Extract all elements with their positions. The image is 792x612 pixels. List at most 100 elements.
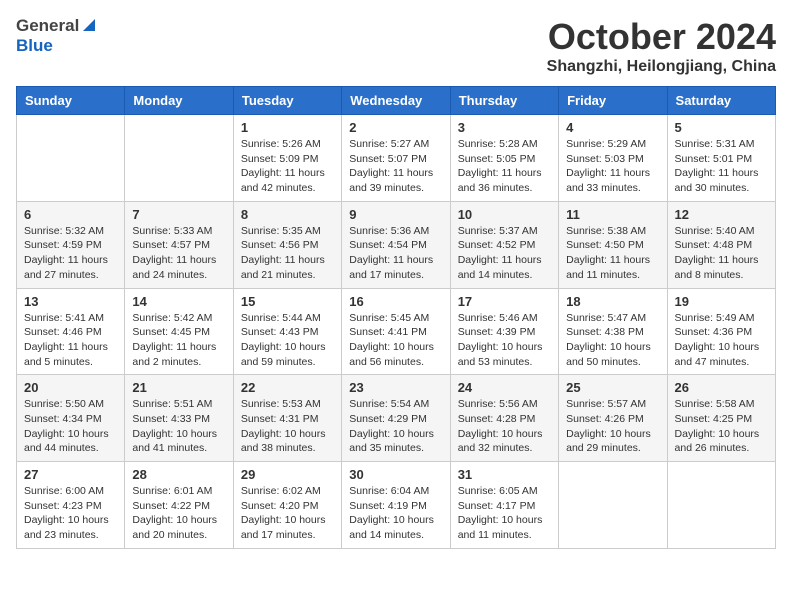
col-saturday: Saturday [667, 87, 775, 115]
day-number: 22 [241, 380, 334, 395]
day-number: 31 [458, 467, 551, 482]
day-cell-1-5: 11 Sunrise: 5:38 AM Sunset: 4:50 PM Dayli… [559, 201, 667, 288]
day-cell-3-5: 25Sunrise: 5:57 AM Sunset: 4:26 PM Dayli… [559, 375, 667, 462]
day-detail: Sunrise: 5:47 AM Sunset: 4:38 PM Dayligh… [566, 311, 659, 370]
day-detail: Sunrise: 5:40 AM Sunset: 4:48 PM Dayligh… [675, 224, 768, 283]
day-number: 26 [675, 380, 768, 395]
day-cell-3-1: 21Sunrise: 5:51 AM Sunset: 4:33 PM Dayli… [125, 375, 233, 462]
week-row-0: 1Sunrise: 5:26 AM Sunset: 5:09 PM Daylig… [17, 115, 776, 202]
day-cell-0-1 [125, 115, 233, 202]
week-row-4: 27 Sunrise: 6:00 AM Sunset: 4:23 PM Dayli… [17, 462, 776, 549]
day-detail: Sunrise: 5:37 AM Sunset: 4:52 PM Dayligh… [458, 224, 551, 283]
day-number: 27 [24, 467, 117, 482]
logo-blue: Blue [16, 36, 53, 55]
day-cell-1-4: 10 Sunrise: 5:37 AM Sunset: 4:52 PM Dayli… [450, 201, 558, 288]
month-title: October 2024 [547, 16, 776, 58]
day-cell-4-0: 27 Sunrise: 6:00 AM Sunset: 4:23 PM Dayli… [17, 462, 125, 549]
day-cell-3-4: 24 Sunrise: 5:56 AM Sunset: 4:28 PM Dayli… [450, 375, 558, 462]
day-detail: Sunrise: 6:04 AM Sunset: 4:19 PM Dayligh… [349, 484, 442, 543]
page-container: General Blue October 2024 Shangzhi, Heil… [16, 16, 776, 549]
day-number: 2 [349, 120, 442, 135]
day-cell-4-5 [559, 462, 667, 549]
col-tuesday: Tuesday [233, 87, 341, 115]
day-number: 30 [349, 467, 442, 482]
day-detail: Sunrise: 5:26 AM Sunset: 5:09 PM Dayligh… [241, 137, 334, 196]
location-title: Shangzhi, Heilongjiang, China [547, 58, 776, 76]
col-thursday: Thursday [450, 87, 558, 115]
day-cell-4-6 [667, 462, 775, 549]
day-cell-0-4: 3 Sunrise: 5:28 AM Sunset: 5:05 PM Daylig… [450, 115, 558, 202]
day-number: 10 [458, 207, 551, 222]
calendar-body: 1Sunrise: 5:26 AM Sunset: 5:09 PM Daylig… [17, 115, 776, 549]
day-number: 20 [24, 380, 117, 395]
day-cell-2-4: 17Sunrise: 5:46 AM Sunset: 4:39 PM Dayli… [450, 288, 558, 375]
day-cell-0-6: 5 Sunrise: 5:31 AM Sunset: 5:01 PM Daylig… [667, 115, 775, 202]
header: General Blue October 2024 Shangzhi, Heil… [16, 16, 776, 76]
day-number: 6 [24, 207, 117, 222]
day-cell-2-1: 14Sunrise: 5:42 AM Sunset: 4:45 PM Dayli… [125, 288, 233, 375]
day-detail: Sunrise: 5:46 AM Sunset: 4:39 PM Dayligh… [458, 311, 551, 370]
day-cell-0-0 [17, 115, 125, 202]
day-number: 11 [566, 207, 659, 222]
day-number: 14 [132, 294, 225, 309]
day-number: 24 [458, 380, 551, 395]
logo-general: General [16, 16, 79, 36]
col-monday: Monday [125, 87, 233, 115]
day-number: 23 [349, 380, 442, 395]
day-cell-1-2: 8Sunrise: 5:35 AM Sunset: 4:56 PM Daylig… [233, 201, 341, 288]
day-detail: Sunrise: 5:45 AM Sunset: 4:41 PM Dayligh… [349, 311, 442, 370]
day-detail: Sunrise: 5:50 AM Sunset: 4:34 PM Dayligh… [24, 397, 117, 456]
day-detail: Sunrise: 6:01 AM Sunset: 4:22 PM Dayligh… [132, 484, 225, 543]
day-detail: Sunrise: 6:05 AM Sunset: 4:17 PM Dayligh… [458, 484, 551, 543]
day-cell-0-3: 2 Sunrise: 5:27 AM Sunset: 5:07 PM Daylig… [342, 115, 450, 202]
week-row-1: 6Sunrise: 5:32 AM Sunset: 4:59 PM Daylig… [17, 201, 776, 288]
day-cell-3-0: 20 Sunrise: 5:50 AM Sunset: 4:34 PM Dayli… [17, 375, 125, 462]
day-number: 25 [566, 380, 659, 395]
day-detail: Sunrise: 5:53 AM Sunset: 4:31 PM Dayligh… [241, 397, 334, 456]
day-cell-4-2: 29 Sunrise: 6:02 AM Sunset: 4:20 PM Dayli… [233, 462, 341, 549]
logo: General Blue [16, 16, 97, 56]
day-number: 12 [675, 207, 768, 222]
day-cell-4-4: 31 Sunrise: 6:05 AM Sunset: 4:17 PM Dayli… [450, 462, 558, 549]
day-cell-3-2: 22 Sunrise: 5:53 AM Sunset: 4:31 PM Dayli… [233, 375, 341, 462]
day-number: 21 [132, 380, 225, 395]
day-cell-1-6: 12 Sunrise: 5:40 AM Sunset: 4:48 PM Dayli… [667, 201, 775, 288]
day-cell-2-3: 16Sunrise: 5:45 AM Sunset: 4:41 PM Dayli… [342, 288, 450, 375]
day-number: 5 [675, 120, 768, 135]
day-cell-1-3: 9 Sunrise: 5:36 AM Sunset: 4:54 PM Daylig… [342, 201, 450, 288]
day-detail: Sunrise: 6:00 AM Sunset: 4:23 PM Dayligh… [24, 484, 117, 543]
title-area: October 2024 Shangzhi, Heilongjiang, Chi… [547, 16, 776, 76]
day-cell-1-1: 7Sunrise: 5:33 AM Sunset: 4:57 PM Daylig… [125, 201, 233, 288]
day-detail: Sunrise: 5:27 AM Sunset: 5:07 PM Dayligh… [349, 137, 442, 196]
day-number: 18 [566, 294, 659, 309]
day-detail: Sunrise: 5:54 AM Sunset: 4:29 PM Dayligh… [349, 397, 442, 456]
day-number: 19 [675, 294, 768, 309]
day-cell-4-3: 30 Sunrise: 6:04 AM Sunset: 4:19 PM Dayli… [342, 462, 450, 549]
day-cell-2-5: 18 Sunrise: 5:47 AM Sunset: 4:38 PM Dayli… [559, 288, 667, 375]
day-detail: Sunrise: 5:35 AM Sunset: 4:56 PM Dayligh… [241, 224, 334, 283]
day-detail: Sunrise: 6:02 AM Sunset: 4:20 PM Dayligh… [241, 484, 334, 543]
day-cell-3-3: 23 Sunrise: 5:54 AM Sunset: 4:29 PM Dayli… [342, 375, 450, 462]
day-number: 13 [24, 294, 117, 309]
day-cell-0-2: 1Sunrise: 5:26 AM Sunset: 5:09 PM Daylig… [233, 115, 341, 202]
day-detail: Sunrise: 5:56 AM Sunset: 4:28 PM Dayligh… [458, 397, 551, 456]
day-detail: Sunrise: 5:28 AM Sunset: 5:05 PM Dayligh… [458, 137, 551, 196]
day-number: 15 [241, 294, 334, 309]
col-wednesday: Wednesday [342, 87, 450, 115]
day-detail: Sunrise: 5:36 AM Sunset: 4:54 PM Dayligh… [349, 224, 442, 283]
day-detail: Sunrise: 5:58 AM Sunset: 4:25 PM Dayligh… [675, 397, 768, 456]
day-number: 3 [458, 120, 551, 135]
day-number: 29 [241, 467, 334, 482]
day-cell-4-1: 28 Sunrise: 6:01 AM Sunset: 4:22 PM Dayli… [125, 462, 233, 549]
day-number: 7 [132, 207, 225, 222]
logo-wrapper: General [16, 16, 97, 36]
day-number: 9 [349, 207, 442, 222]
day-detail: Sunrise: 5:44 AM Sunset: 4:43 PM Dayligh… [241, 311, 334, 370]
calendar-table: Sunday Monday Tuesday Wednesday Thursday… [16, 86, 776, 549]
day-cell-1-0: 6Sunrise: 5:32 AM Sunset: 4:59 PM Daylig… [17, 201, 125, 288]
day-number: 28 [132, 467, 225, 482]
logo-blue-wrapper: Blue [16, 36, 53, 56]
day-detail: Sunrise: 5:38 AM Sunset: 4:50 PM Dayligh… [566, 224, 659, 283]
day-detail: Sunrise: 5:31 AM Sunset: 5:01 PM Dayligh… [675, 137, 768, 196]
day-number: 4 [566, 120, 659, 135]
